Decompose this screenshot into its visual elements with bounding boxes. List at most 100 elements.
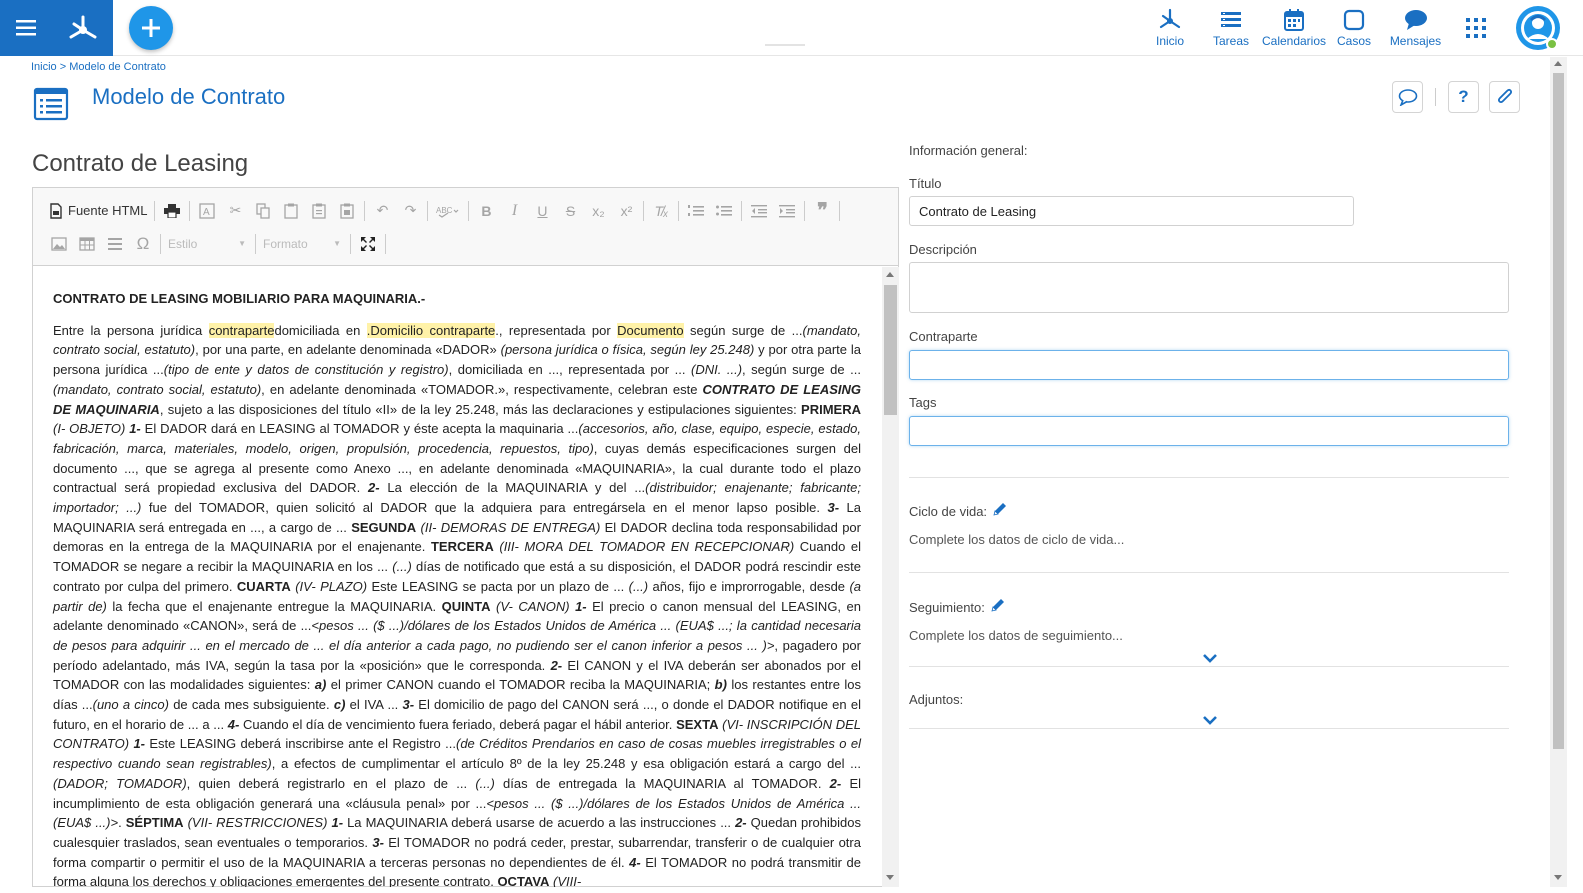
blockquote-button[interactable]: ❞ [808,200,836,222]
toolbar-separator [741,200,743,221]
toolbar-separator [839,200,841,221]
quote-icon: ❞ [817,200,828,222]
chevron-down-icon[interactable] [1202,715,1218,725]
table-button[interactable] [73,233,101,255]
field-documento[interactable]: Documento [617,322,684,338]
app-logo[interactable] [52,0,113,56]
menu-button[interactable] [0,0,52,56]
page-scroll-thumb[interactable] [1553,73,1564,749]
numbered-list-button[interactable] [682,200,710,222]
strikethrough-icon: S [565,202,576,219]
redo-button[interactable]: ↷ [396,200,424,222]
superscript-icon: x² [620,202,633,219]
pencil-icon[interactable] [991,500,1009,518]
network-logo-icon [69,15,96,39]
italic-button[interactable]: I [500,200,528,222]
pencil-icon[interactable] [989,596,1007,614]
lifecycle-hint[interactable]: Complete los datos de ciclo de vida... [909,532,1124,547]
header-divider [1435,88,1436,106]
help-button[interactable]: ? [1448,81,1479,113]
breadcrumb-current[interactable]: Modelo de Contrato [69,61,166,73]
chevron-down-icon[interactable] [1202,653,1218,663]
indent-button[interactable] [773,200,801,222]
bulleted-list-icon [716,205,733,216]
paste-button[interactable] [277,200,305,222]
form-list-icon [33,85,69,126]
undo-button[interactable]: ↶ [368,200,396,222]
svg-text:A: A [203,207,210,218]
scroll-up-arrow[interactable] [886,272,894,277]
maximize-button[interactable] [354,233,382,255]
chevron-down-icon: ▼ [333,239,341,248]
source-html-label: Fuente HTML [68,203,148,218]
outdent-button[interactable] [745,200,773,222]
remove-format-button[interactable]: T̸ₓ [647,200,675,222]
toolbar-separator [468,200,470,221]
spellcheck-button[interactable]: ABC [431,200,465,222]
add-button[interactable] [129,6,173,50]
format-select[interactable]: Formato ▼ [259,233,347,255]
strike-button[interactable]: S [556,200,584,222]
underline-button[interactable]: U [528,200,556,222]
toolbar-separator [643,200,645,221]
template-icon: A [199,202,216,219]
page-scrollbar[interactable] [1550,57,1567,887]
editor-scrollbar[interactable] [882,267,899,887]
nav-inicio[interactable]: Inicio [1150,0,1190,48]
subscript-icon: x₂ [592,202,605,219]
field-contraparte[interactable]: contraparte [208,322,275,338]
description-textarea[interactable] [909,262,1509,313]
bulleted-list-button[interactable] [710,200,738,222]
image-icon [51,236,67,251]
comments-button[interactable] [1392,81,1423,113]
tracking-hint[interactable]: Complete los datos de seguimiento... [909,628,1123,643]
tracking-header: Seguimiento: [909,598,1007,615]
comment-icon [1398,89,1417,106]
scroll-down-arrow[interactable] [886,875,894,880]
toolbar-separator [160,233,161,254]
superscript-button[interactable]: x² [612,200,640,222]
top-handle[interactable] [765,44,805,46]
scroll-down-arrow[interactable] [1554,875,1562,880]
subscript-button[interactable]: x₂ [584,200,612,222]
nav-label: Calendarios [1261,34,1327,48]
nav-calendarios[interactable]: Calendarios [1262,0,1326,48]
title-input[interactable]: Contrato de Leasing [909,196,1354,226]
outdent-icon [751,204,768,217]
numbered-list-icon [688,204,705,216]
copy-icon [256,202,271,219]
editor-scroll-thumb[interactable] [884,285,897,415]
editor-content[interactable]: CONTRATO DE LEASING MOBILIARIO PARA MAQU… [33,267,881,887]
table-icon [79,236,95,251]
print-button[interactable] [158,200,186,222]
paperclip-icon [1497,88,1512,104]
scroll-up-arrow[interactable] [1554,61,1562,66]
nav-mensajes[interactable]: Mensajes [1388,0,1443,48]
field-domicilio[interactable]: .Domicilio contraparte [366,322,496,338]
bold-button[interactable]: B [472,200,500,222]
style-select-label: Estilo [168,236,198,251]
nav-tareas[interactable]: Tareas [1211,0,1251,48]
apps-button[interactable] [1465,17,1487,44]
style-select[interactable]: Estilo ▼ [164,233,252,255]
source-html-button[interactable]: Fuente HTML [45,202,151,219]
special-char-button[interactable]: Ω [129,233,157,255]
image-button[interactable] [45,233,73,255]
tags-input[interactable] [909,416,1509,446]
attach-button[interactable] [1489,81,1520,113]
paste-text-button[interactable] [305,200,333,222]
home-network-icon [1159,8,1181,29]
page-title: Modelo de Contrato [92,84,286,109]
counterpart-input[interactable] [909,350,1509,380]
nav-casos[interactable]: Casos [1334,0,1374,48]
templates-button[interactable]: A [193,200,221,222]
breadcrumb-home[interactable]: Inicio [31,61,57,73]
copy-button[interactable] [249,200,277,222]
horizontal-line-icon [108,237,122,250]
editor-toolbar: Fuente HTML A ✂ ↶ ↷ ABC B I U S x₂ x² T̸… [33,188,898,266]
paste-word-button[interactable] [333,200,361,222]
lifecycle-header: Ciclo de vida: [909,502,1009,519]
divider [909,477,1509,478]
horizontal-line-button[interactable] [101,233,129,255]
cut-button[interactable]: ✂ [221,200,249,222]
